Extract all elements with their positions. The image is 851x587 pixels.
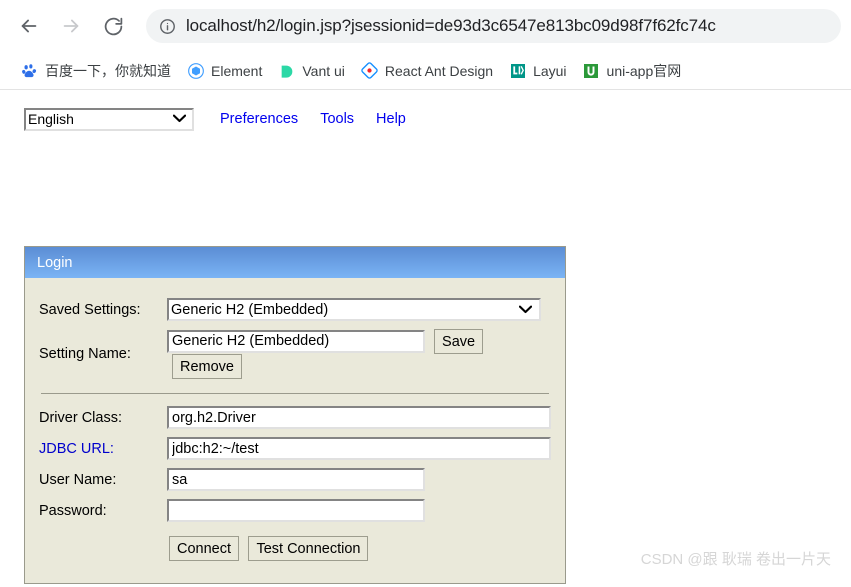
test-connection-button[interactable]: Test Connection	[248, 536, 369, 561]
driver-class-input[interactable]	[167, 406, 551, 429]
uniapp-icon	[583, 62, 600, 79]
user-name-row: User Name:	[39, 464, 551, 495]
element-ui-icon	[187, 62, 204, 79]
password-input[interactable]	[167, 499, 425, 522]
user-name-input[interactable]	[167, 468, 425, 491]
bookmark-vant-ui[interactable]: Vant ui	[271, 59, 352, 82]
user-name-label: User Name:	[39, 471, 117, 488]
bookmark-uniapp[interactable]: uni-app官网	[576, 58, 689, 84]
h2-toolbar: English Deutsch Français 中文 (简体) Prefere…	[0, 90, 851, 134]
jdbc-url-row: JDBC URL:	[39, 433, 551, 464]
saved-settings-row: Saved Settings: Generic H2 (Embedded) Ge…	[39, 294, 551, 325]
driver-class-label: Driver Class:	[39, 409, 122, 426]
connection-form: Driver Class: JDBC URL: User Name:	[39, 402, 551, 526]
setting-name-row: Setting Name: Save Remove	[39, 325, 551, 383]
saved-settings-control-cell: Generic H2 (Embedded) Generic H2 (Server…	[167, 294, 551, 325]
setting-name-label: Setting Name:	[39, 346, 131, 362]
language-select-wrapper[interactable]: English Deutsch Français 中文 (简体)	[24, 107, 194, 131]
bookmark-element[interactable]: Element	[180, 59, 269, 82]
link-tools[interactable]: Tools	[320, 111, 354, 127]
login-panel-header: Login	[25, 247, 565, 278]
login-panel-title: Login	[37, 254, 73, 271]
arrow-right-icon	[60, 15, 82, 37]
setting-name-input[interactable]	[167, 329, 425, 353]
browser-navigation-bar: localhost/h2/login.jsp?jsessionid=de93d3…	[0, 0, 851, 52]
jdbc-url-input[interactable]	[167, 437, 551, 460]
setting-name-control-cell: Save Remove	[167, 325, 551, 383]
link-help[interactable]: Help	[376, 111, 406, 127]
bookmarks-bar: 百度一下，你就知道 Element Vant ui React Ant Desi…	[0, 52, 851, 90]
info-circle-icon[interactable]	[158, 17, 176, 35]
saved-settings-label: Saved Settings:	[39, 301, 141, 318]
bookmark-label: Layui	[533, 62, 567, 79]
login-actions: Connect Test Connection	[39, 526, 551, 561]
driver-class-control-cell	[167, 402, 551, 433]
bookmark-label: 百度一下，你就知道	[45, 62, 171, 79]
saved-settings-select[interactable]: Generic H2 (Embedded) Generic H2 (Server…	[167, 298, 541, 321]
login-panel-body: Saved Settings: Generic H2 (Embedded) Ge…	[25, 278, 565, 583]
url-text: localhost/h2/login.jsp?jsessionid=de93d3…	[186, 16, 716, 35]
user-name-control-cell	[167, 464, 551, 495]
bookmark-baidu[interactable]: 百度一下，你就知道	[14, 58, 178, 84]
login-panel: Login Saved Settings: Generic H2 (Embedd…	[24, 246, 566, 584]
forward-button[interactable]	[56, 11, 86, 41]
language-select[interactable]: English Deutsch Français 中文 (简体)	[24, 107, 194, 131]
link-preferences[interactable]: Preferences	[220, 111, 298, 127]
browser-chrome: localhost/h2/login.jsp?jsessionid=de93d3…	[0, 0, 851, 90]
arrow-left-icon	[18, 15, 40, 37]
bookmark-label: React Ant Design	[384, 62, 494, 79]
h2-console-page: English Deutsch Français 中文 (简体) Prefere…	[0, 90, 851, 584]
form-separator	[41, 393, 549, 394]
reload-button[interactable]	[98, 11, 128, 41]
password-row: Password:	[39, 495, 551, 526]
address-bar[interactable]: localhost/h2/login.jsp?jsessionid=de93d3…	[146, 9, 841, 43]
vant-ui-icon	[278, 62, 295, 79]
save-button[interactable]: Save	[434, 329, 484, 354]
bookmark-layui[interactable]: Layui	[502, 59, 573, 82]
csdn-watermark: CSDN @跟 耿瑞 卷出一片天	[640, 551, 831, 568]
password-label: Password:	[39, 502, 107, 519]
bookmark-react-ant-design[interactable]: React Ant Design	[354, 59, 500, 82]
baidu-paw-icon	[21, 62, 38, 79]
jdbc-url-control-cell	[167, 433, 551, 464]
login-form: Saved Settings: Generic H2 (Embedded) Ge…	[39, 294, 551, 383]
driver-class-row: Driver Class:	[39, 402, 551, 433]
reload-icon	[103, 16, 124, 37]
jdbc-url-label[interactable]: JDBC URL:	[39, 433, 167, 464]
connect-button[interactable]: Connect	[169, 536, 240, 561]
ant-design-icon	[361, 62, 378, 79]
bookmark-label: uni-app官网	[606, 62, 682, 79]
saved-settings-select-wrapper[interactable]: Generic H2 (Embedded) Generic H2 (Server…	[167, 298, 541, 321]
password-control-cell	[167, 495, 551, 526]
bookmark-label: Element	[211, 62, 263, 79]
remove-button[interactable]: Remove	[172, 354, 242, 379]
layui-icon	[509, 62, 526, 79]
bookmark-label: Vant ui	[302, 62, 345, 79]
back-button[interactable]	[14, 11, 44, 41]
